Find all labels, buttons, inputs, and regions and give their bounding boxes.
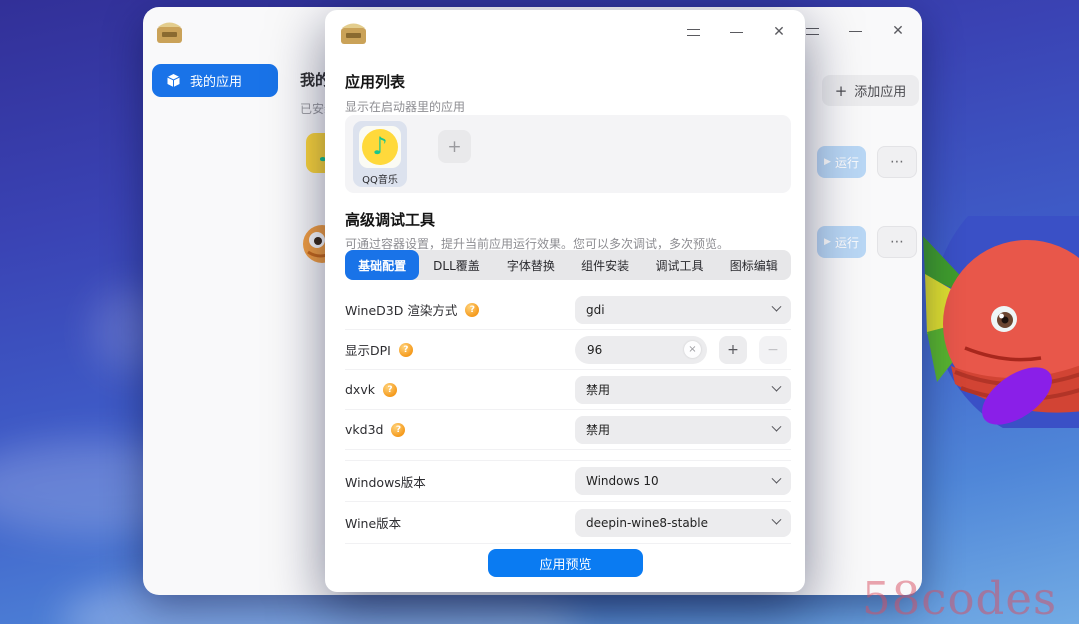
sidebar-item-my-apps[interactable]: 我的应用 [152,64,278,97]
clear-icon[interactable]: × [684,341,701,358]
select-value: 禁用 [586,423,611,437]
tab-font-replace[interactable]: 字体替换 [494,250,568,280]
select-value: 禁用 [586,383,611,397]
tab-component-install[interactable]: 组件安装 [568,250,642,280]
field-row-dxvk: dxvk ? 禁用 [345,370,791,410]
tab-dll-override[interactable]: DLL覆盖 [419,250,493,280]
app-list-title: 应用列表 [345,73,406,91]
chevron-down-icon [771,421,782,432]
sidebar-item-label: 我的应用 [190,75,243,90]
windows-version-label: Windows版本 [345,474,426,490]
watermark: 58codes [862,572,1058,624]
plus-icon: + [447,136,462,157]
select-value: deepin-wine8-stable [586,515,709,530]
add-app-button[interactable]: + 添加应用 [822,75,919,106]
windows-version-select[interactable]: Windows 10 [575,467,791,495]
help-icon[interactable]: ? [391,422,406,437]
add-app-label: 添加应用 [854,85,907,100]
field-row-wine-version: Wine版本 deepin-wine8-stable [345,502,791,544]
vkd3d-label: vkd3d [345,422,384,437]
more-button[interactable]: ⋯ [877,226,917,258]
field-row-wined3d: WineD3D 渲染方式 ? gdi [345,290,791,330]
chevron-down-icon [771,514,782,525]
wallpaper-fish-image [921,170,1079,446]
chevron-down-icon [771,301,782,312]
main-window-controls: ✕ [804,23,906,39]
chevron-down-icon [771,473,782,484]
run-label: 运行 [834,235,859,250]
tab-debug-tools[interactable]: 调试工具 [642,250,716,280]
qqmusic-icon: ♪ [359,126,401,168]
chevron-down-icon [771,381,782,392]
minimize-icon[interactable] [728,24,744,40]
run-button[interactable]: ▶ 运行 [817,226,866,258]
minimize-icon[interactable] [847,23,863,39]
dialog-window-controls: ✕ [685,24,787,40]
app-tray: ♪ QQ音乐 + [345,115,791,193]
dxvk-label: dxvk [345,382,375,397]
play-icon: ▶ [824,157,831,167]
field-row-windows-version: Windows版本 Windows 10 [345,460,791,502]
field-row-vkd3d: vkd3d ? 禁用 [345,410,791,450]
menu-icon[interactable] [685,24,701,40]
package-icon [167,74,180,87]
ellipsis-icon: ⋯ [890,234,904,250]
select-value: gdi [586,302,605,317]
dxvk-select[interactable]: 禁用 [575,375,791,404]
field-row-dpi: 显示DPI ? 96 × + − [345,330,791,370]
debug-tools-title: 高级调试工具 [345,211,436,229]
minus-icon: − [767,341,779,358]
more-button[interactable]: ⋯ [877,146,917,178]
desktop: ✕ 我的应用 我的应用 已安装的应用 + 添加应用 ♪ [0,0,1079,624]
run-label: 运行 [834,155,859,170]
select-value: Windows 10 [586,474,659,488]
dpi-decrease-button[interactable]: − [759,335,787,364]
plus-icon: + [834,81,848,100]
wine-version-label: Wine版本 [345,516,402,531]
add-app-tile[interactable]: + [438,130,471,163]
app-list-subtitle: 显示在启动器里的应用 [345,100,466,114]
vkd3d-select[interactable]: 禁用 [575,415,791,444]
help-icon[interactable]: ? [398,342,413,357]
app-logo-icon [157,22,182,43]
app-tile-qqmusic[interactable]: ♪ QQ音乐 [353,121,407,187]
tab-icon-edit[interactable]: 图标编辑 [717,250,791,280]
app-settings-dialog: ✕ 应用列表 显示在启动器里的应用 ♪ QQ音乐 + 高级调试工具 可通过容器设… [325,10,805,592]
apply-preview-button[interactable]: 应用预览 [488,549,643,577]
settings-form: WineD3D 渲染方式 ? gdi 显示DPI ? 96 × + − dxvk… [345,290,791,544]
close-icon[interactable]: ✕ [771,24,787,40]
play-icon: ▶ [824,237,831,247]
help-icon[interactable]: ? [382,382,397,397]
dpi-increase-button[interactable]: + [719,335,747,364]
ellipsis-icon: ⋯ [890,154,904,170]
dpi-value: 96 [587,342,603,357]
menu-icon[interactable] [804,23,820,39]
run-button[interactable]: ▶ 运行 [817,146,866,178]
dpi-label: 显示DPI [345,343,391,358]
close-icon[interactable]: ✕ [890,23,906,39]
dpi-input[interactable]: 96 × [575,335,707,364]
wined3d-select[interactable]: gdi [575,295,791,324]
help-icon[interactable]: ? [465,302,480,317]
wine-version-select[interactable]: deepin-wine8-stable [575,508,791,537]
settings-tabbar: 基础配置 DLL覆盖 字体替换 组件安装 调试工具 图标编辑 [345,250,791,280]
dialog-logo-icon [341,23,366,44]
tab-basic-config[interactable]: 基础配置 [345,250,420,280]
wined3d-label: WineD3D 渲染方式 [345,303,458,318]
plus-icon: + [727,341,739,358]
app-tile-label: QQ音乐 [362,175,398,186]
